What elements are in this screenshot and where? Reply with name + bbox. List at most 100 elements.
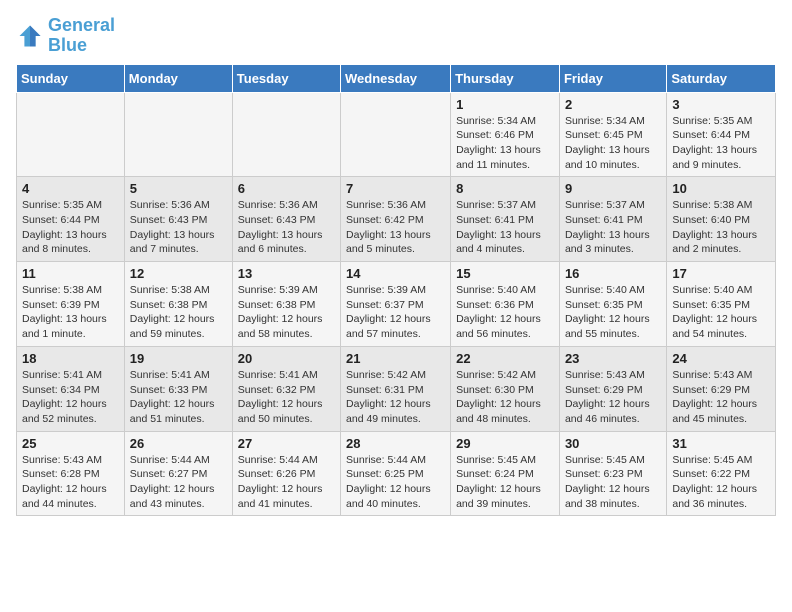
calendar-cell: 6 Sunrise: 5:36 AMSunset: 6:43 PMDaylight… (232, 177, 340, 262)
calendar-cell: 21 Sunrise: 5:42 AMSunset: 6:31 PMDayligh… (341, 346, 451, 431)
day-info: Sunrise: 5:42 AMSunset: 6:31 PMDaylight:… (346, 368, 445, 427)
day-info: Sunrise: 5:37 AMSunset: 6:41 PMDaylight:… (565, 198, 661, 257)
calendar-cell: 1 Sunrise: 5:34 AMSunset: 6:46 PMDaylight… (451, 92, 560, 177)
calendar-cell: 3 Sunrise: 5:35 AMSunset: 6:44 PMDaylight… (667, 92, 776, 177)
header-tuesday: Tuesday (232, 64, 340, 92)
week-row-4: 18Sunrise: 5:41 AMSunset: 6:34 PMDayligh… (17, 346, 776, 431)
day-info: Sunrise: 5:36 AMSunset: 6:43 PMDaylight:… (238, 198, 335, 257)
calendar-cell (232, 92, 340, 177)
day-info: Sunrise: 5:36 AMSunset: 6:42 PMDaylight:… (346, 198, 445, 257)
calendar-cell: 12 Sunrise: 5:38 AMSunset: 6:38 PMDayligh… (124, 262, 232, 347)
day-number: 14 (346, 266, 445, 281)
header-sunday: Sunday (17, 64, 125, 92)
day-number: 23 (565, 351, 661, 366)
calendar-cell: 14 Sunrise: 5:39 AMSunset: 6:37 PMDayligh… (341, 262, 451, 347)
day-number: 29 (456, 436, 554, 451)
logo-text: General Blue (48, 16, 115, 56)
day-info: Sunrise: 5:45 AMSunset: 6:23 PMDaylight:… (565, 453, 661, 512)
calendar-cell: 27Sunrise: 5:44 AMSunset: 6:26 PMDayligh… (232, 431, 340, 516)
day-number: 6 (238, 181, 335, 196)
day-number: 8 (456, 181, 554, 196)
calendar-cell: 30Sunrise: 5:45 AMSunset: 6:23 PMDayligh… (559, 431, 666, 516)
day-info: Sunrise: 5:40 AMSunset: 6:35 PMDaylight:… (565, 283, 661, 342)
calendar-cell (17, 92, 125, 177)
calendar-cell: 28Sunrise: 5:44 AMSunset: 6:25 PMDayligh… (341, 431, 451, 516)
week-row-2: 4 Sunrise: 5:35 AMSunset: 6:44 PMDaylight… (17, 177, 776, 262)
day-info: Sunrise: 5:41 AMSunset: 6:32 PMDaylight:… (238, 368, 335, 427)
week-row-3: 11Sunrise: 5:38 AMSunset: 6:39 PMDayligh… (17, 262, 776, 347)
day-number: 15 (456, 266, 554, 281)
day-info: Sunrise: 5:38 AMSunset: 6:38 PMDaylight:… (130, 283, 227, 342)
calendar-cell: 29 Sunrise: 5:45 AMSunset: 6:24 PMDayligh… (451, 431, 560, 516)
calendar-cell: 2 Sunrise: 5:34 AMSunset: 6:45 PMDaylight… (559, 92, 666, 177)
day-number: 9 (565, 181, 661, 196)
day-number: 17 (672, 266, 770, 281)
day-info: Sunrise: 5:35 AMSunset: 6:44 PMDaylight:… (672, 114, 770, 173)
day-number: 3 (672, 97, 770, 112)
day-number: 22 (456, 351, 554, 366)
calendar-cell: 19Sunrise: 5:41 AMSunset: 6:33 PMDayligh… (124, 346, 232, 431)
day-number: 1 (456, 97, 554, 112)
day-number: 21 (346, 351, 445, 366)
day-info: Sunrise: 5:43 AMSunset: 6:29 PMDaylight:… (565, 368, 661, 427)
calendar-cell (341, 92, 451, 177)
calendar-cell: 22 Sunrise: 5:42 AMSunset: 6:30 PMDayligh… (451, 346, 560, 431)
calendar-cell: 9 Sunrise: 5:37 AMSunset: 6:41 PMDaylight… (559, 177, 666, 262)
day-info: Sunrise: 5:44 AMSunset: 6:26 PMDaylight:… (238, 453, 335, 512)
calendar-table: SundayMondayTuesdayWednesdayThursdayFrid… (16, 64, 776, 517)
calendar-cell: 16 Sunrise: 5:40 AMSunset: 6:35 PMDayligh… (559, 262, 666, 347)
day-number: 31 (672, 436, 770, 451)
day-info: Sunrise: 5:34 AMSunset: 6:45 PMDaylight:… (565, 114, 661, 173)
day-number: 16 (565, 266, 661, 281)
day-info: Sunrise: 5:38 AMSunset: 6:40 PMDaylight:… (672, 198, 770, 257)
calendar-cell: 10Sunrise: 5:38 AMSunset: 6:40 PMDayligh… (667, 177, 776, 262)
week-row-1: 1 Sunrise: 5:34 AMSunset: 6:46 PMDaylight… (17, 92, 776, 177)
day-number: 24 (672, 351, 770, 366)
calendar-cell: 13 Sunrise: 5:39 AMSunset: 6:38 PMDayligh… (232, 262, 340, 347)
calendar-cell: 18Sunrise: 5:41 AMSunset: 6:34 PMDayligh… (17, 346, 125, 431)
day-info: Sunrise: 5:40 AMSunset: 6:35 PMDaylight:… (672, 283, 770, 342)
day-number: 18 (22, 351, 119, 366)
calendar-cell: 11Sunrise: 5:38 AMSunset: 6:39 PMDayligh… (17, 262, 125, 347)
header-monday: Monday (124, 64, 232, 92)
header: General Blue (16, 16, 776, 56)
day-info: Sunrise: 5:34 AMSunset: 6:46 PMDaylight:… (456, 114, 554, 173)
day-number: 12 (130, 266, 227, 281)
calendar-cell: 15Sunrise: 5:40 AMSunset: 6:36 PMDayligh… (451, 262, 560, 347)
logo: General Blue (16, 16, 115, 56)
calendar-cell: 7 Sunrise: 5:36 AMSunset: 6:42 PMDaylight… (341, 177, 451, 262)
calendar-cell: 24 Sunrise: 5:43 AMSunset: 6:29 PMDayligh… (667, 346, 776, 431)
day-number: 2 (565, 97, 661, 112)
logo-icon (16, 22, 44, 50)
day-info: Sunrise: 5:39 AMSunset: 6:37 PMDaylight:… (346, 283, 445, 342)
day-info: Sunrise: 5:45 AMSunset: 6:22 PMDaylight:… (672, 453, 770, 512)
calendar-cell (124, 92, 232, 177)
day-info: Sunrise: 5:38 AMSunset: 6:39 PMDaylight:… (22, 283, 119, 342)
day-number: 7 (346, 181, 445, 196)
day-info: Sunrise: 5:37 AMSunset: 6:41 PMDaylight:… (456, 198, 554, 257)
calendar-cell: 20 Sunrise: 5:41 AMSunset: 6:32 PMDayligh… (232, 346, 340, 431)
calendar-cell: 17 Sunrise: 5:40 AMSunset: 6:35 PMDayligh… (667, 262, 776, 347)
day-info: Sunrise: 5:43 AMSunset: 6:28 PMDaylight:… (22, 453, 119, 512)
day-info: Sunrise: 5:44 AMSunset: 6:25 PMDaylight:… (346, 453, 445, 512)
calendar-cell: 8 Sunrise: 5:37 AMSunset: 6:41 PMDaylight… (451, 177, 560, 262)
day-info: Sunrise: 5:39 AMSunset: 6:38 PMDaylight:… (238, 283, 335, 342)
day-info: Sunrise: 5:45 AMSunset: 6:24 PMDaylight:… (456, 453, 554, 512)
calendar-cell: 31 Sunrise: 5:45 AMSunset: 6:22 PMDayligh… (667, 431, 776, 516)
day-number: 5 (130, 181, 227, 196)
day-number: 25 (22, 436, 119, 451)
day-info: Sunrise: 5:35 AMSunset: 6:44 PMDaylight:… (22, 198, 119, 257)
calendar-cell: 23 Sunrise: 5:43 AMSunset: 6:29 PMDayligh… (559, 346, 666, 431)
day-number: 19 (130, 351, 227, 366)
day-info: Sunrise: 5:42 AMSunset: 6:30 PMDaylight:… (456, 368, 554, 427)
day-info: Sunrise: 5:43 AMSunset: 6:29 PMDaylight:… (672, 368, 770, 427)
day-number: 13 (238, 266, 335, 281)
week-row-5: 25 Sunrise: 5:43 AMSunset: 6:28 PMDayligh… (17, 431, 776, 516)
calendar-cell: 25 Sunrise: 5:43 AMSunset: 6:28 PMDayligh… (17, 431, 125, 516)
day-number: 4 (22, 181, 119, 196)
day-number: 20 (238, 351, 335, 366)
header-thursday: Thursday (451, 64, 560, 92)
day-info: Sunrise: 5:44 AMSunset: 6:27 PMDaylight:… (130, 453, 227, 512)
calendar-cell: 5Sunrise: 5:36 AMSunset: 6:43 PMDaylight… (124, 177, 232, 262)
header-friday: Friday (559, 64, 666, 92)
